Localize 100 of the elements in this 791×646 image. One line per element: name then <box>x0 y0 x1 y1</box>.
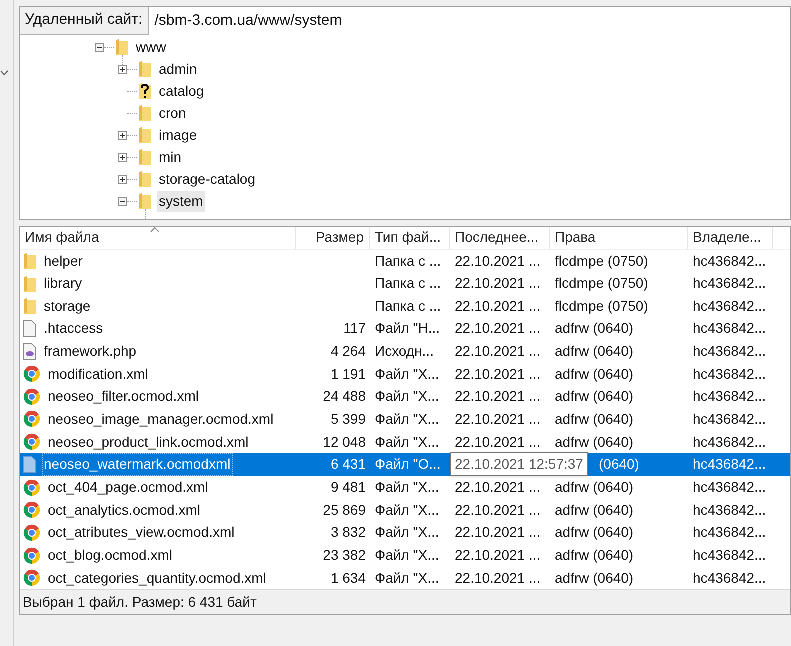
round-browser-icon <box>23 433 41 451</box>
owner: hc436842... <box>693 434 766 450</box>
chevron-down-icon[interactable] <box>0 70 9 76</box>
file-size: 6 431 <box>330 455 366 474</box>
modified-date: 22.10.2021 ... <box>455 387 541 406</box>
file-row[interactable]: neoseo_image_manager.ocmod.xml 5 399 Файл "X... 22.10.2021 ... adfrw (0640) hc436842... <box>20 408 790 431</box>
folder-icon <box>138 170 152 188</box>
owner: hc436842... <box>693 502 766 518</box>
column-header[interactable]: Последнее... <box>450 227 550 249</box>
modified-date: 22.10.2021 ... <box>455 319 541 338</box>
folder-icon <box>138 192 152 210</box>
file-row[interactable]: neoseo_watermark.ocmodxml 6 431 Файл "О... 22.10.2021 12:57:37 (0640) hc436842... <box>20 453 790 476</box>
permissions: adfrw (0640) <box>555 524 634 540</box>
file-row[interactable]: .htaccess 117 Файл "Н... 22.10.2021 ... adfrw (0640) hc436842... <box>20 318 790 340</box>
owner: hc436842... <box>693 479 766 496</box>
permissions: adfrw (0640) <box>555 570 634 586</box>
side-scrollbar[interactable] <box>0 0 14 646</box>
file-type: Файл "X... <box>375 410 440 427</box>
permissions: adfrw (0640) <box>555 502 634 518</box>
tree-item[interactable]: storage-catalog <box>157 168 258 190</box>
tree-item[interactable]: min <box>157 146 184 168</box>
file-row[interactable]: oct_analytics.ocmod.xml 25 869 Файл "X... 22.10.2021 ... adfrw (0640) hc436842... <box>20 498 790 522</box>
tree-item[interactable]: system <box>157 190 206 212</box>
permissions: adfrw (0640) <box>555 366 634 382</box>
file-name: oct_blog.ocmod.xml <box>47 546 174 565</box>
round-browser-icon <box>23 501 41 520</box>
file-size: 25 869 <box>323 500 366 520</box>
owner: hc436842... <box>693 252 766 268</box>
question-folder-icon <box>138 82 152 100</box>
file-row[interactable]: modification.xml 1 191 Файл "X... 22.10.2021 ... adfrw (0640) hc436842... <box>20 362 790 386</box>
column-header[interactable]: Владеле... <box>688 227 773 249</box>
address-field[interactable]: /sbm-3.com.ua/www/system <box>148 7 790 35</box>
file-row[interactable]: helper Папка с ... 22.10.2021 ... flcdmpe (0750) hc436842... <box>20 250 790 272</box>
date-tooltip: 22.10.2021 12:57:37 <box>450 452 588 476</box>
file-type: Папка с ... <box>375 252 442 268</box>
file-name: neoseo_product_link.ocmod.xml <box>47 432 250 452</box>
file-icon <box>23 456 37 474</box>
folder-icon <box>138 126 152 144</box>
file-type: Файл "X... <box>375 479 440 496</box>
file-row[interactable]: oct_blog.ocmod.xml 23 382 Файл "X... 22.10.2021 ... adfrw (0640) hc436842... <box>20 544 790 567</box>
file-type: Файл "X... <box>375 547 440 563</box>
owner: hc436842... <box>693 524 766 540</box>
file-row[interactable]: library Папка с ... 22.10.2021 ... flcdmpe (0750) hc436842... <box>20 272 790 295</box>
owner: hc436842... <box>693 388 766 404</box>
modified-date: 22.10.2021 ... <box>455 364 541 384</box>
file-size: 117 <box>344 319 366 338</box>
permissions: adfrw (0640) <box>555 410 634 427</box>
status-text: Выбран 1 файл. Размер: 6 431 байт <box>23 592 257 612</box>
file-name: framework.php <box>43 342 138 361</box>
expand-icon[interactable] <box>118 130 127 140</box>
file-type: Исходн... <box>375 343 434 359</box>
file-type: Файл "X... <box>375 366 440 382</box>
column-header[interactable]: Размер <box>296 227 370 249</box>
tree-item[interactable]: image <box>157 124 200 146</box>
round-browser-icon <box>23 524 41 542</box>
folder-icon <box>23 252 37 270</box>
file-icon <box>23 320 37 338</box>
column-header[interactable]: Права <box>550 227 688 249</box>
file-name: .htaccess <box>43 319 104 338</box>
file-type: Файл "Н... <box>375 320 440 336</box>
permissions: adfrw (0640) <box>555 547 634 563</box>
folder-icon <box>138 104 152 122</box>
file-row[interactable]: neoseo_product_link.ocmod.xml 12 048 Файл "X... 22.10.2021 ... adfrw (0640) hc436842... <box>20 430 790 454</box>
tree-item[interactable]: cron <box>157 102 188 124</box>
file-row[interactable]: storage Папка с ... 22.10.2021 ... flcdmpe (0750) hc436842... <box>20 294 790 318</box>
file-type: Файл "X... <box>375 502 440 518</box>
expand-icon[interactable] <box>118 152 127 162</box>
file-row[interactable]: framework.php 4 264 Исходн... 22.10.2021 ... adfrw (0640) hc436842... <box>20 340 790 363</box>
collapse-icon[interactable] <box>118 196 127 206</box>
column-header[interactable]: Тип фай... <box>370 227 450 249</box>
file-row[interactable]: neoseo_filter.ocmod.xml 24 488 Файл "X... 22.10.2021 ... adfrw (0640) hc436842... <box>20 385 790 408</box>
file-name: oct_analytics.ocmod.xml <box>47 500 202 520</box>
file-name: storage <box>43 296 92 316</box>
file-row[interactable]: oct_categories_quantity.ocmod.xml 1 634 Файл "X... 22.10.2021 ... adfrw (0640) hc436842... <box>20 566 790 590</box>
folder-icon <box>23 297 37 316</box>
owner: hc436842... <box>693 366 766 382</box>
file-size: 1 634 <box>330 568 366 588</box>
column-header[interactable]: Имя файла <box>20 227 296 249</box>
round-browser-icon <box>23 546 41 564</box>
file-row[interactable]: oct_atributes_view.ocmod.xml 3 832 Файл "X... 22.10.2021 ... adfrw (0640) hc436842... <box>20 522 790 544</box>
file-size: 12 048 <box>323 432 366 452</box>
tree-item[interactable]: catalog <box>157 80 206 102</box>
file-size: 3 832 <box>330 523 366 542</box>
file-row[interactable]: oct_404_page.ocmod.xml 9 481 Файл "X... 22.10.2021 ... adfrw (0640) hc436842... <box>20 476 790 499</box>
expand-icon[interactable] <box>118 174 127 184</box>
permissions: (0640) <box>599 456 640 472</box>
tree-item[interactable]: www <box>134 36 168 58</box>
file-size: 24 488 <box>323 387 366 406</box>
owner: hc436842... <box>693 320 766 336</box>
collapse-icon[interactable] <box>95 42 104 52</box>
owner: hc436842... <box>693 343 766 359</box>
round-browser-icon <box>23 388 41 406</box>
expand-icon[interactable] <box>118 64 127 74</box>
permissions: adfrw (0640) <box>555 343 634 359</box>
file-name: library <box>43 274 84 294</box>
file-name: oct_404_page.ocmod.xml <box>47 478 210 498</box>
modified-date: 22.10.2021 ... <box>455 410 541 429</box>
modified-date: 22.10.2021 ... <box>455 252 541 270</box>
tree-item[interactable]: admin <box>157 58 200 80</box>
file-type: Папка с ... <box>375 275 442 292</box>
